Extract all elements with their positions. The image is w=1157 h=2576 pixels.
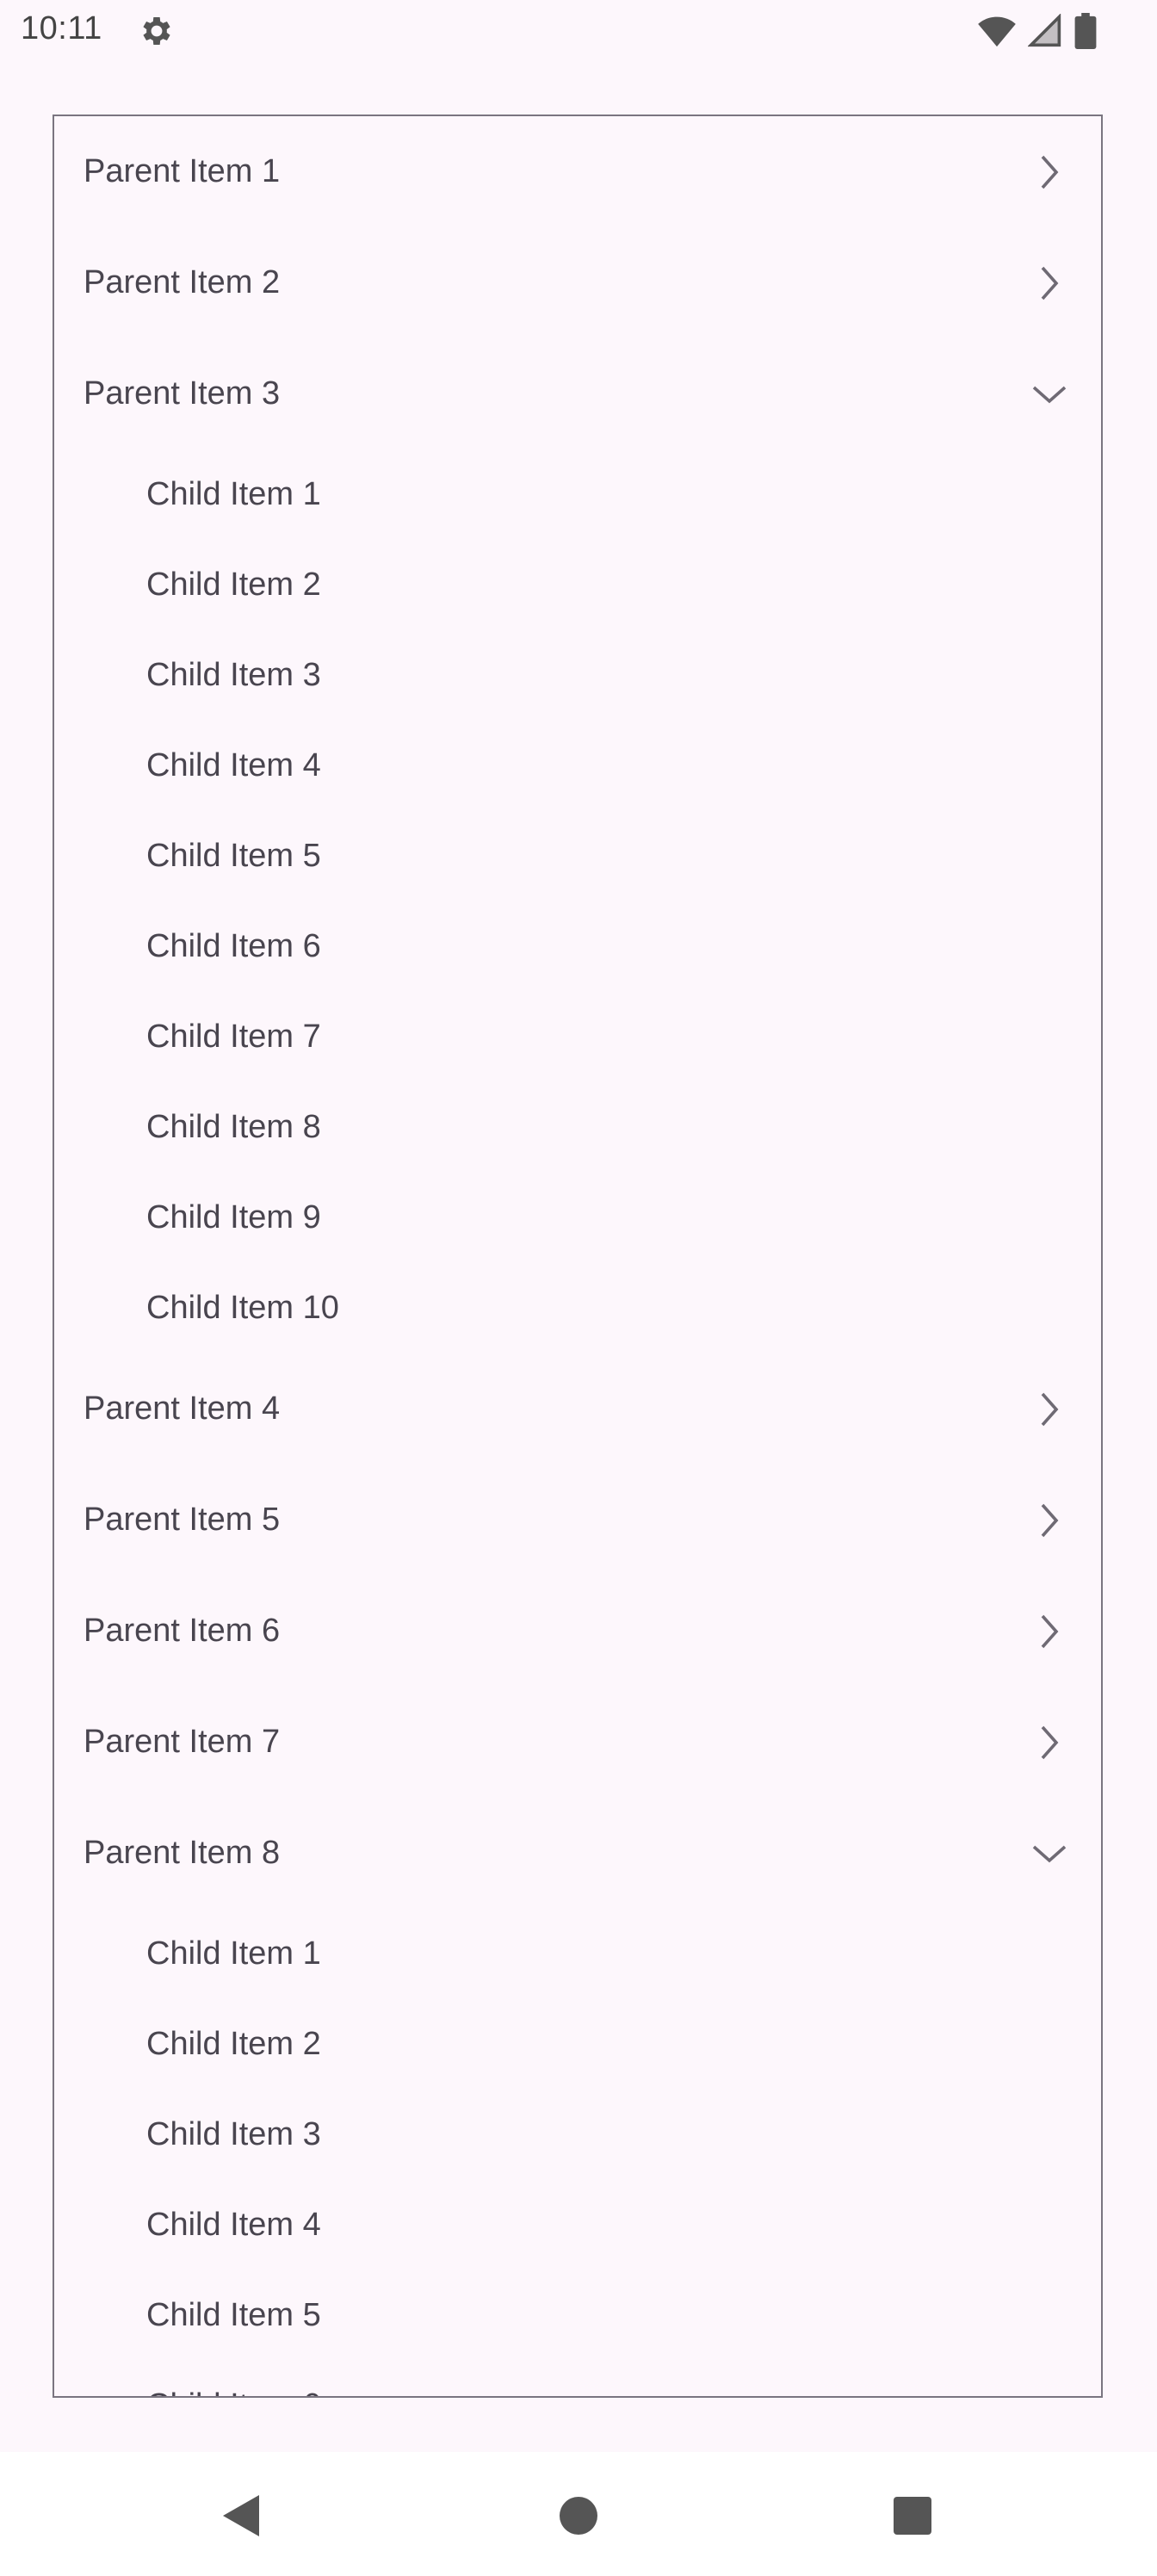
child-item-row[interactable]: Child Item 5 [54,2270,1101,2361]
chevron-right-icon [1041,266,1059,300]
back-icon[interactable] [215,2490,267,2542]
child-item-label: Child Item 3 [146,657,321,693]
wifi-icon [978,14,1016,48]
parent-item-label: Parent Item 1 [84,153,281,189]
child-item-row[interactable]: Child Item 1 [54,449,1101,540]
parent-item-label: Parent Item 7 [84,1724,281,1760]
chevron-right-icon [1041,1503,1059,1537]
child-item-row[interactable]: Child Item 8 [54,1082,1101,1173]
parent-item-label: Parent Item 2 [84,264,281,300]
parent-item-row[interactable]: Parent Item 7 [54,1687,1101,1798]
home-icon[interactable] [553,2490,604,2542]
child-item-row[interactable]: Child Item 2 [54,540,1101,630]
status-time: 10:11 [21,10,102,46]
child-item-label: Child Item 9 [146,1199,321,1235]
child-item-row[interactable]: Child Item 6 [54,2361,1101,2396]
expandable-list[interactable]: Parent Item 1 Parent Item 2 Parent Item 3 C… [53,115,1103,2398]
child-item-row[interactable]: Child Item 4 [54,2180,1101,2270]
child-item-label: Child Item 5 [146,2297,321,2333]
parent-item-label: Parent Item 6 [84,1613,281,1649]
child-item-label: Child Item 1 [146,1935,321,1972]
child-item-row[interactable]: Child Item 9 [54,1173,1101,1263]
parent-item-label: Parent Item 8 [84,1835,281,1871]
settings-icon [138,12,176,50]
navigation-bar [0,2452,1157,2576]
child-item-row[interactable]: Child Item 10 [54,1263,1101,1353]
child-item-label: Child Item 6 [146,928,321,964]
child-item-row[interactable]: Child Item 5 [54,811,1101,901]
child-item-row[interactable]: Child Item 4 [54,721,1101,811]
child-item-label: Child Item 3 [146,2116,321,2152]
parent-item-row[interactable]: Parent Item 1 [54,116,1101,227]
parent-item-row[interactable]: Parent Item 5 [54,1464,1101,1576]
signal-icon [1028,14,1062,48]
battery-icon [1074,13,1097,49]
parent-item-label: Parent Item 5 [84,1502,281,1538]
child-item-label: Child Item 6 [146,2387,321,2396]
parent-item-row[interactable]: Parent Item 3 [54,338,1101,449]
parent-item-row[interactable]: Parent Item 8 [54,1798,1101,1909]
child-item-label: Child Item 8 [146,1109,321,1145]
child-item-label: Child Item 4 [146,2207,321,2243]
child-item-label: Child Item 4 [146,747,321,783]
child-item-row[interactable]: Child Item 1 [54,1909,1101,1999]
chevron-right-icon [1041,1725,1059,1759]
parent-item-label: Parent Item 3 [84,375,281,412]
status-bar: 10:11 [0,0,1157,62]
child-item-label: Child Item 10 [146,1290,339,1326]
parent-item-label: Parent Item 4 [84,1390,281,1427]
child-item-row[interactable]: Child Item 6 [54,901,1101,992]
child-item-row[interactable]: Child Item 7 [54,992,1101,1082]
chevron-right-icon [1041,1392,1059,1426]
child-item-label: Child Item 7 [146,1019,321,1055]
child-item-row[interactable]: Child Item 3 [54,630,1101,721]
child-item-row[interactable]: Child Item 2 [54,1999,1101,2090]
child-item-label: Child Item 2 [146,2026,321,2062]
parent-item-row[interactable]: Parent Item 6 [54,1576,1101,1687]
child-item-label: Child Item 2 [146,567,321,603]
status-icons [978,12,1097,50]
chevron-right-icon [1041,155,1059,189]
parent-item-row[interactable]: Parent Item 2 [54,227,1101,338]
chevron-down-icon [1032,386,1067,403]
parent-item-row[interactable]: Parent Item 4 [54,1353,1101,1464]
child-item-row[interactable]: Child Item 3 [54,2090,1101,2180]
chevron-right-icon [1041,1614,1059,1648]
child-item-label: Child Item 5 [146,838,321,874]
child-item-label: Child Item 1 [146,476,321,512]
chevron-down-icon [1032,1845,1067,1862]
recents-icon[interactable] [887,2490,938,2542]
